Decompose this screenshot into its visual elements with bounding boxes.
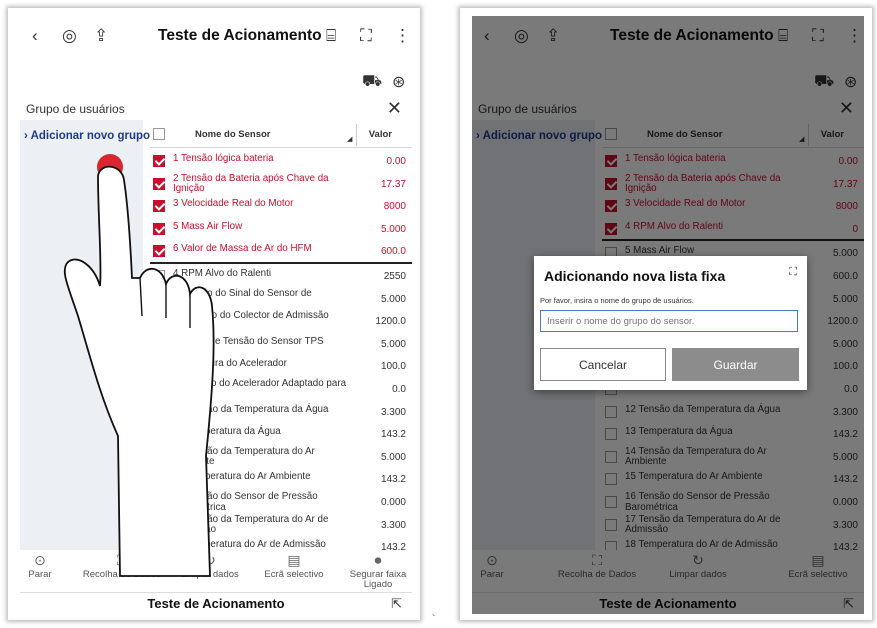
dialog-title: Adicionando nova lista fixa [544,268,726,284]
app-screen: ‹ ◎ ⇪ Teste de Acionamento ⌸ ⛶ ⋮ ⛟ ⊛ Gru… [20,16,412,614]
hand-outline [63,165,215,577]
phone-screenshot-left: ‹ ◎ ⇪ Teste de Acionamento ⌸ ⛶ ⋮ ⛟ ⊛ Gru… [8,8,420,620]
save-button[interactable]: Guardar [672,348,799,381]
cancel-button[interactable]: Cancelar [540,348,666,381]
app-screen: ‹ ◎ ⇪ Teste de Acionamento ⌸ ⛶ ⋮ ⛟ ⊛ Gru… [472,16,864,614]
dialog-instructions: Por favor, insira o nome do grupo de usu… [540,296,694,305]
group-name-input[interactable] [540,310,798,332]
stray-mark: ` [432,614,436,625]
phone-screenshot-right: ‹ ◎ ⇪ Teste de Acionamento ⌸ ⛶ ⋮ ⛟ ⊛ Gru… [460,8,872,620]
add-fixed-list-dialog: Adicionando nova lista fixa ⛶ Por favor,… [534,256,807,390]
fullscreen-icon[interactable]: ⛶ [789,266,797,279]
tap-hand-illustration [63,154,215,577]
